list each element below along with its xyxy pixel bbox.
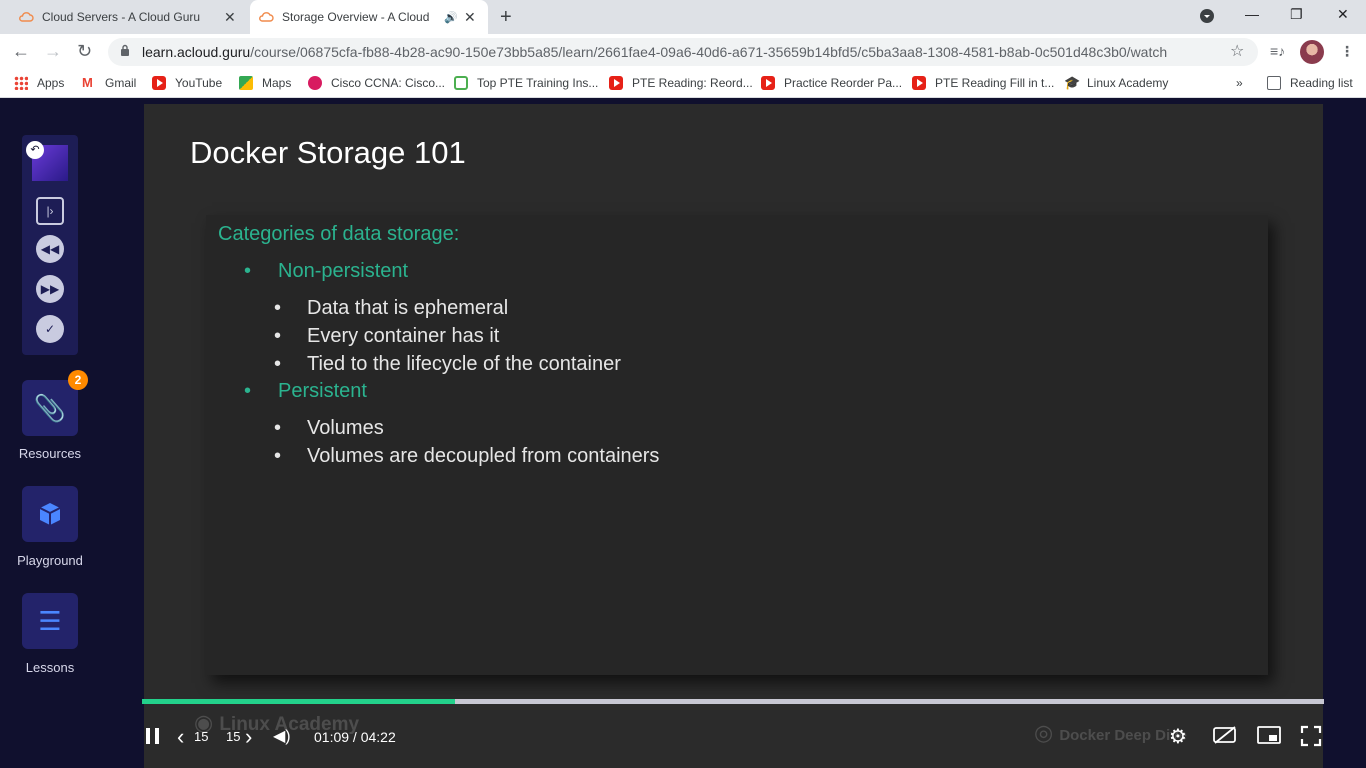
shield-icon (454, 76, 468, 90)
bookmark-linux-academy[interactable]: 🎓 Linux Academy (1064, 75, 1168, 91)
tab-strip: Cloud Servers - A Cloud Guru ✕ Storage O… (0, 0, 1366, 34)
cube-icon (39, 503, 61, 525)
bookmarks-bar: Apps M Gmail YouTube Maps Cisco CCNA: Cis… (0, 70, 1366, 98)
playground-button[interactable] (22, 486, 78, 542)
speaker-icon[interactable]: 🔊 (444, 11, 458, 24)
bookmark-gmail[interactable]: M Gmail (82, 75, 136, 91)
course-page: ↶ |› ◀◀ ▶▶ ✓ 📎 2 Resources Playground ☰ … (0, 98, 1366, 768)
graduation-cap-icon: 🎓 (1064, 75, 1081, 90)
cloud-icon (259, 12, 274, 22)
list-icon: ☰ (38, 606, 62, 636)
docker-deep-dive-watermark: ◎ Docker Deep Dive (1034, 720, 1187, 745)
bookmark-apps[interactable]: Apps (14, 76, 64, 90)
back-icon[interactable]: ↶ (26, 141, 44, 159)
bookmark-pte-reading-reorder[interactable]: PTE Reading: Reord... (609, 76, 753, 90)
lock-icon (121, 44, 129, 56)
rewind-icon[interactable]: ◀◀ (36, 235, 64, 263)
compass-logo-icon: ◎ (1034, 720, 1060, 745)
browser-toolbar: ← → ↻ learn.acloud.guru/course/06875cfa-… (0, 34, 1366, 70)
tab-title: Storage Overview - A Cloud (282, 10, 430, 24)
youtube-icon (912, 76, 926, 90)
youtube-icon (152, 76, 166, 90)
video-player[interactable]: Docker Storage 101 Categories of data st… (144, 104, 1323, 768)
pause-button[interactable] (146, 728, 160, 744)
tab-storage-overview[interactable]: Storage Overview - A Cloud 🔊 ✕ (250, 0, 488, 34)
resources-label: Resources (18, 446, 82, 461)
skip-back-icon[interactable]: ‹ (177, 724, 184, 750)
bookmark-maps[interactable]: Maps (239, 76, 291, 90)
gmail-icon: M (82, 75, 93, 90)
lesson-sidebar: ↶ |› ◀◀ ▶▶ ✓ 📎 2 Resources Playground ☰ … (0, 98, 100, 768)
skip-forward-icon[interactable]: › (245, 724, 252, 750)
youtube-icon (761, 76, 775, 90)
video-progress-bar[interactable] (142, 699, 1324, 704)
lessons-label: Lessons (25, 660, 75, 675)
restore-icon[interactable]: ❐ (1290, 6, 1303, 23)
bookmark-youtube[interactable]: YouTube (152, 76, 222, 90)
bookmark-star-icon[interactable]: ☆ (1230, 41, 1244, 61)
lessons-button[interactable]: ☰ (22, 593, 78, 649)
back-arrow-icon[interactable]: ← (12, 41, 30, 62)
bookmark-top-pte[interactable]: Top PTE Training Ins... (454, 76, 598, 90)
close-tab-icon[interactable]: ✕ (464, 9, 476, 26)
apps-grid-icon (14, 76, 28, 90)
tab-cloud-servers[interactable]: Cloud Servers - A Cloud Guru ✕ (18, 0, 248, 34)
bookmarks-overflow[interactable]: » (1236, 76, 1243, 90)
maps-icon (239, 76, 253, 90)
checkmark-icon[interactable]: ✓ (36, 315, 64, 343)
resources-count-badge: 2 (68, 370, 88, 390)
profile-avatar[interactable] (1300, 40, 1324, 64)
menu-kebab-icon[interactable]: ⋮ (1340, 43, 1354, 60)
player-control-stack: ↶ |› ◀◀ ▶▶ ✓ (22, 135, 78, 355)
category-heading: Categories of data storage: (218, 223, 460, 245)
settings-gear-icon[interactable]: ⚙ (1169, 724, 1187, 749)
toggle-panel-icon[interactable]: |› (36, 197, 64, 225)
cisco-icon (308, 76, 322, 90)
reload-icon[interactable]: ↻ (77, 41, 92, 62)
reading-list[interactable]: Reading list (1267, 76, 1353, 90)
slide-content-panel: Categories of data storage: • Non-persist… (206, 215, 1268, 675)
paperclip-icon: 📎 (33, 393, 67, 423)
media-control-icon[interactable]: ≡♪ (1270, 43, 1285, 59)
tab-search-icon[interactable] (1199, 8, 1215, 27)
volume-icon[interactable]: ◀) (273, 726, 291, 746)
playground-label: Playground (17, 553, 83, 568)
fullscreen-icon[interactable] (1300, 725, 1322, 750)
slide-title: Docker Storage 101 (190, 135, 466, 170)
youtube-icon (609, 76, 623, 90)
bookmark-pte-fill[interactable]: PTE Reading Fill in t... (912, 76, 1054, 90)
new-tab-icon[interactable]: + (500, 6, 512, 29)
picture-in-picture-icon[interactable] (1257, 726, 1281, 747)
skip-forward-seconds: 15 (226, 729, 241, 744)
progress-fill (142, 699, 456, 704)
bookmark-practice-reorder[interactable]: Practice Reorder Pa... (761, 76, 902, 90)
url-text: learn.acloud.guru/course/06875cfa-fb88-4… (142, 44, 1168, 60)
close-tab-icon[interactable]: ✕ (224, 9, 236, 26)
bookmark-cisco[interactable]: Cisco CCNA: Cisco... (308, 76, 445, 90)
reading-list-icon (1267, 76, 1281, 90)
close-window-icon[interactable]: ✕ (1337, 6, 1349, 23)
cloud-icon (19, 12, 34, 22)
address-bar[interactable]: learn.acloud.guru/course/06875cfa-fb88-4… (108, 38, 1258, 66)
forward-arrow-icon[interactable]: → (44, 41, 62, 62)
captions-off-icon[interactable] (1213, 726, 1237, 747)
tab-title: Cloud Servers - A Cloud Guru (42, 10, 201, 24)
fast-forward-icon[interactable]: ▶▶ (36, 275, 64, 303)
skip-back-seconds: 15 (194, 729, 209, 744)
minimize-icon[interactable]: — (1245, 6, 1259, 22)
time-display: 01:09 / 04:22 (314, 729, 396, 745)
resources-button[interactable]: 📎 (22, 380, 78, 436)
